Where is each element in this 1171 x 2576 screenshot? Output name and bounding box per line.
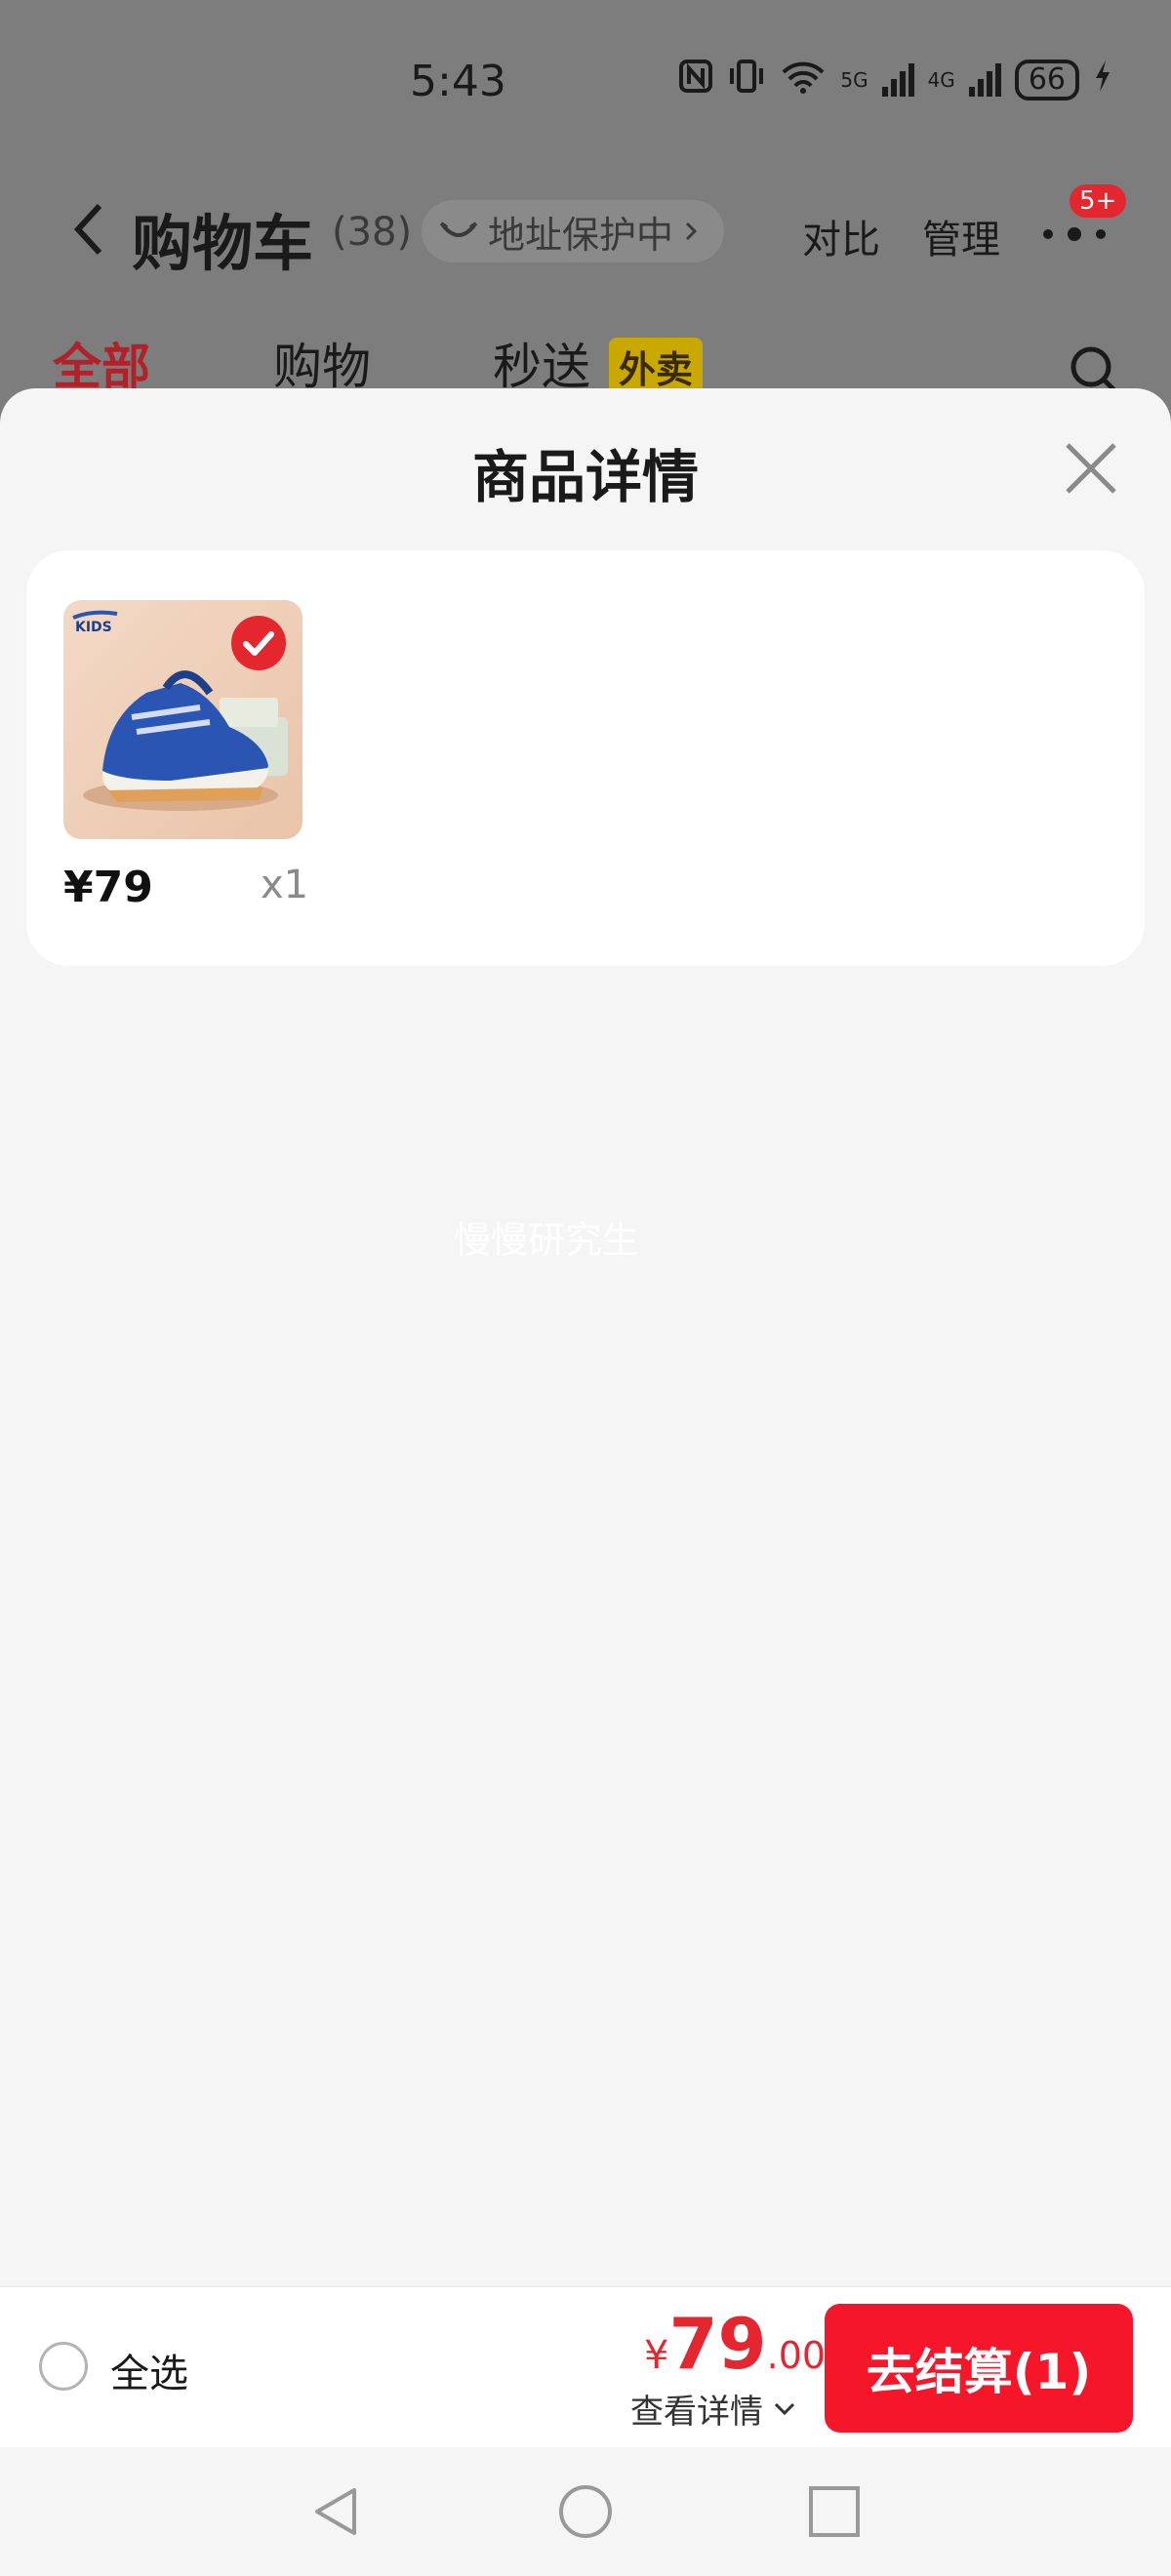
network-4g-label: 4G bbox=[927, 68, 955, 92]
nfc-icon bbox=[678, 59, 713, 101]
product-thumbnail[interactable]: KIDS bbox=[63, 600, 303, 839]
total-currency: ¥ bbox=[644, 2333, 669, 2378]
status-time: 5:43 bbox=[410, 57, 506, 106]
nav-home-icon[interactable] bbox=[556, 2482, 615, 2541]
item-price: ¥79 bbox=[63, 863, 153, 912]
status-icons: 5G 4G 66 bbox=[678, 59, 1112, 101]
wifi-icon bbox=[780, 59, 827, 101]
status-bar: 5:43 5G 4G 66 bbox=[0, 0, 1171, 166]
checkout-button[interactable]: 去结算(1) bbox=[825, 2304, 1133, 2433]
total-price: ¥79.00 bbox=[644, 2303, 826, 2385]
page-title: 购物车 bbox=[132, 208, 314, 279]
cart-item-count: (38) bbox=[332, 210, 413, 255]
compare-button[interactable]: 对比 bbox=[802, 208, 880, 264]
item-quantity: x1 bbox=[261, 863, 309, 907]
manage-button[interactable]: 管理 bbox=[922, 208, 1000, 264]
sheet-header: 商品详情 bbox=[0, 388, 1171, 535]
notification-badge: 5+ bbox=[1070, 184, 1127, 218]
checkout-bar: 全选 ¥79.00 查看详情 去结算(1) bbox=[0, 2286, 1171, 2448]
system-nav-bar bbox=[0, 2447, 1171, 2576]
sheet-title: 商品详情 bbox=[471, 444, 699, 510]
network-5g-label: 5G bbox=[840, 68, 868, 92]
signal-5g-icon bbox=[881, 63, 914, 97]
brand-mark-text: KIDS bbox=[75, 620, 112, 635]
view-detail-toggle[interactable]: 查看详情 bbox=[630, 2385, 796, 2433]
total-decimal: .00 bbox=[766, 2334, 827, 2377]
close-icon[interactable] bbox=[1060, 437, 1122, 500]
address-protection-pill[interactable]: 地址保护中 bbox=[422, 200, 725, 262]
vibrate-icon bbox=[727, 59, 766, 101]
product-card: KIDS ¥79 x1 bbox=[26, 550, 1145, 966]
total-integer: 79 bbox=[668, 2303, 767, 2385]
chevron-down-icon bbox=[774, 2402, 795, 2415]
watermark-text: 慢慢研究生 bbox=[453, 1219, 639, 1262]
view-detail-label: 查看详情 bbox=[630, 2393, 763, 2432]
battery-indicator: 66 bbox=[1014, 60, 1079, 101]
selected-check-icon[interactable] bbox=[231, 616, 286, 670]
back-arrow-icon[interactable] bbox=[62, 200, 121, 259]
signal-4g-icon bbox=[968, 63, 1001, 97]
chevron-right-icon bbox=[685, 221, 698, 241]
select-all-label[interactable]: 全选 bbox=[110, 2342, 188, 2398]
more-icon[interactable] bbox=[1040, 220, 1109, 249]
smile-icon bbox=[439, 221, 478, 237]
takeout-badge: 外卖 bbox=[609, 338, 704, 395]
background-page: 5:43 5G 4G 66 购物车 (38) 地址保护中 对比 管理 5+ 全部… bbox=[0, 0, 1171, 410]
cart-header: 购物车 (38) 地址保护中 对比 管理 5+ bbox=[0, 171, 1171, 288]
nav-recents-icon[interactable] bbox=[805, 2482, 864, 2541]
product-detail-sheet: 商品详情 KIDS ¥79 x1 慢慢研究生 bbox=[0, 388, 1171, 2286]
address-protection-label: 地址保护中 bbox=[488, 213, 674, 257]
select-all-radio[interactable] bbox=[39, 2342, 88, 2391]
nav-back-icon[interactable] bbox=[307, 2482, 366, 2541]
charging-icon bbox=[1093, 59, 1112, 101]
